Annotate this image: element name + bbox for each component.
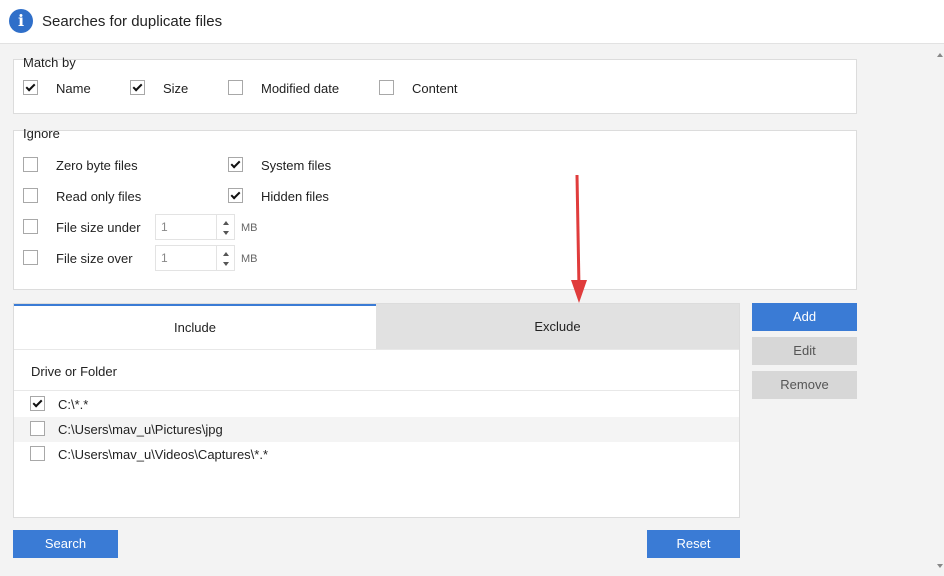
search-button[interactable]: Search <box>13 530 118 558</box>
stepper-divider <box>216 246 217 270</box>
check-icon <box>230 189 241 200</box>
row-path: C:\*.* <box>58 397 89 412</box>
chevron-up-icon[interactable] <box>223 221 229 225</box>
size-over-unit: MB <box>241 253 258 265</box>
list-item[interactable]: C:\Users\mav_u\Videos\Captures\*.* <box>14 442 739 467</box>
scroll-down-icon[interactable] <box>937 564 943 568</box>
match-modified-date-checkbox[interactable] <box>228 80 243 95</box>
size-over-value[interactable]: 1 <box>161 251 168 265</box>
size-under-value[interactable]: 1 <box>161 220 168 234</box>
annotation-arrow-icon <box>571 174 587 303</box>
size-under-stepper[interactable]: 1 <box>155 214 235 240</box>
remove-button[interactable]: Remove <box>752 371 857 399</box>
read-only-label: Read only files <box>56 189 142 204</box>
match-size-checkbox[interactable] <box>130 80 145 95</box>
list-header-label: Drive or Folder <box>31 364 117 379</box>
list-header: Drive or Folder <box>14 349 739 391</box>
check-icon <box>230 158 241 169</box>
include-exclude-panel: Include Exclude Drive or Folder C:\*.* C… <box>13 303 740 518</box>
vertical-scrollbar[interactable] <box>935 44 944 576</box>
size-under-unit: MB <box>241 222 258 234</box>
chevron-down-icon[interactable] <box>223 262 229 266</box>
chevron-up-icon[interactable] <box>223 252 229 256</box>
title-bar: i Searches for duplicate files <box>0 0 944 44</box>
stepper-divider <box>216 215 217 239</box>
edit-button[interactable]: Edit <box>752 337 857 365</box>
size-under-checkbox[interactable] <box>23 219 38 234</box>
match-name-checkbox[interactable] <box>23 80 38 95</box>
scroll-up-icon[interactable] <box>937 53 943 57</box>
zero-byte-label: Zero byte files <box>56 158 138 173</box>
match-by-label: Match by <box>23 55 76 70</box>
reset-button[interactable]: Reset <box>647 530 740 558</box>
hidden-files-label: Hidden files <box>261 189 329 204</box>
system-files-checkbox[interactable] <box>228 157 243 172</box>
check-icon <box>132 81 143 92</box>
match-content-checkbox[interactable] <box>379 80 394 95</box>
hidden-files-checkbox[interactable] <box>228 188 243 203</box>
size-over-label: File size over <box>56 251 133 266</box>
match-name-label: Name <box>56 81 91 96</box>
info-icon: i <box>9 9 33 33</box>
annotation-arrow-head <box>571 280 587 303</box>
tab-include[interactable]: Include <box>14 304 376 349</box>
check-icon <box>25 81 36 92</box>
size-over-stepper[interactable]: 1 <box>155 245 235 271</box>
ignore-group <box>13 130 857 290</box>
chevron-down-icon[interactable] <box>223 231 229 235</box>
row-checkbox[interactable] <box>30 446 45 461</box>
match-content-label: Content <box>412 81 458 96</box>
match-size-label: Size <box>163 81 189 96</box>
size-over-checkbox[interactable] <box>23 250 38 265</box>
list-item[interactable]: C:\*.* <box>14 392 739 417</box>
tab-exclude[interactable]: Exclude <box>376 304 739 349</box>
system-files-label: System files <box>261 158 332 173</box>
add-button[interactable]: Add <box>752 303 857 331</box>
row-checkbox[interactable] <box>30 396 45 411</box>
row-path: C:\Users\mav_u\Videos\Captures\*.* <box>58 447 269 462</box>
window-title: Searches for duplicate files <box>42 13 223 30</box>
zero-byte-checkbox[interactable] <box>23 157 38 172</box>
annotation-arrow-shaft <box>575 174 581 289</box>
read-only-checkbox[interactable] <box>23 188 38 203</box>
size-under-label: File size under <box>56 220 141 235</box>
ignore-label: Ignore <box>23 126 60 141</box>
row-checkbox[interactable] <box>30 421 45 436</box>
match-modified-date-label: Modified date <box>261 81 340 96</box>
list-item[interactable]: C:\Users\mav_u\Pictures\jpg <box>14 417 739 442</box>
row-path: C:\Users\mav_u\Pictures\jpg <box>58 422 223 437</box>
check-icon <box>32 397 43 408</box>
